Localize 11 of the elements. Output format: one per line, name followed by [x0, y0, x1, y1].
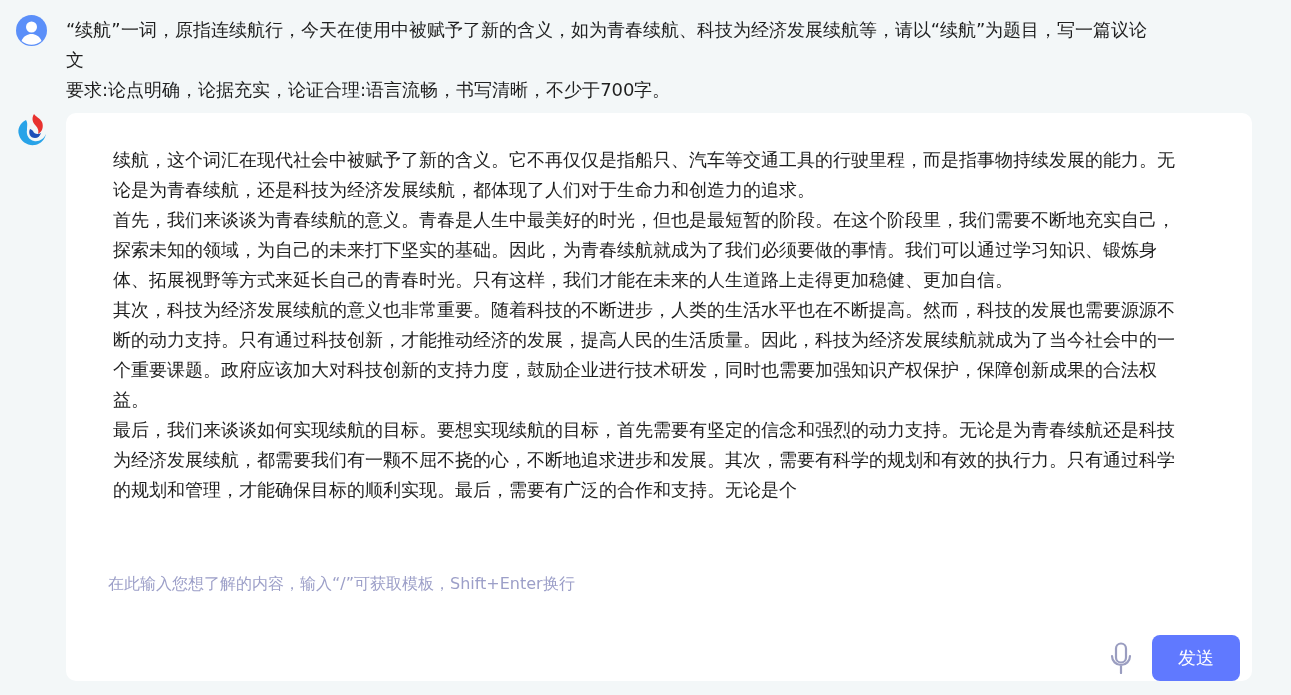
message-text: “续航”一词，原指连续航行，今天在使用中被赋予了新的含义，如为青春续航、科技为经济发展续航等，请以“续航”为题目，写一篇议论文	[66, 18, 1149, 72]
message-input[interactable]: 在此输入您想了解的内容，输入“/”可获取模板，Shift+Enter换行	[108, 574, 1208, 608]
logo-icon	[16, 113, 48, 147]
message-text: 要求:论点明确，论据充实，论证合理:语言流畅，书写清晰，不少于700字。	[66, 78, 672, 102]
avatar-icon	[16, 15, 47, 46]
answer-paragraph: 续航，这个词汇在现代社会中被赋予了新的含义。它不再仅仅是指船只、汽车等交通工具的行驶里程，而是指事物持续发展的能力。无论是为青春续航，还是科技为经济发展续航，都体现了人们对于生命力和创造力的追求。	[113, 148, 1176, 202]
answer-paragraph: 首先，我们来谈谈为青春续航的意义。青春是人生中最美好的时光，但也是最短暂的阶段。在这个阶段里，我们需要不断地充实自己，探索未知的领域，为自己的未来打下坚实的基础。因此，为青春续航就成为了我们必须要做的事情。我们可以通过学习知识、锻炼身体、拓展视野等方式来延长自己的青春时光。只有这样，我们才能在未来的人生道路上走得更加稳健、更加自信。	[113, 208, 1176, 292]
answer-paragraph: 其次，科技为经济发展续航的意义也非常重要。随着科技的不断进步，人类的生活水平也在不断提高。然而，科技的发展也需要源源不断的动力支持。只有通过科技创新，才能推动经济的发展，提高人民的生活质量。因此，科技为经济发展续航就成为了当今社会中的一个重要课题。政府应该加大对科技创新的支持力度，鼓励企业进行技术研发，同时也需要加强知识产权保护，保障创新成果的合法权益。	[113, 298, 1176, 412]
answer-paragraph: 最后，我们来谈谈如何实现续航的目标。要想实现续航的目标，首先需要有坚定的信念和强烈的动力支持。无论是为青春续航还是科技为经济发展续航，都需要我们有一颗不屈不挠的心，不断地追求进步和发展。其次，需要有科学的规划和有效的执行力。只有通过科学的规划和管理，才能确保目标的顺利实现。最后，需要有广泛的合作和支持。无论是个	[113, 418, 1176, 502]
microphone-icon[interactable]	[1110, 642, 1132, 674]
send-button[interactable]: 发送	[1152, 635, 1240, 681]
